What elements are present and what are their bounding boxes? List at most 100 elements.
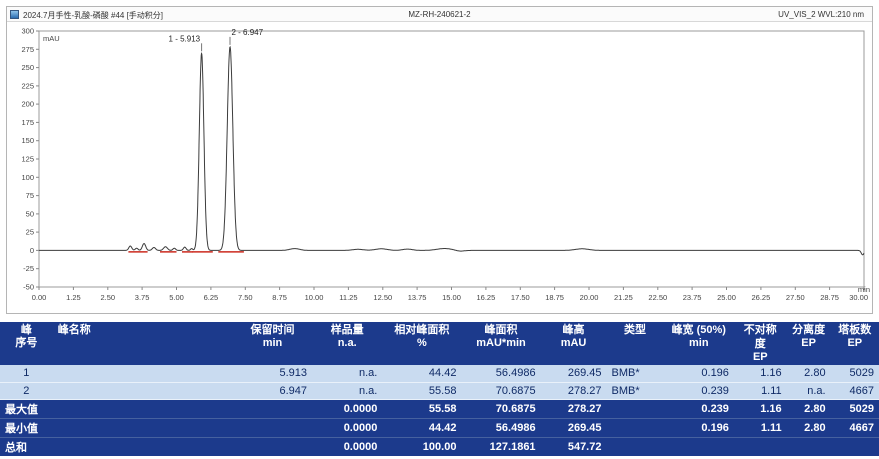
x-tick-label: 11.25 — [339, 293, 357, 302]
x-tick-label: 12.50 — [373, 293, 392, 302]
y-tick-label: 150 — [21, 136, 34, 145]
y-tick-label: 250 — [21, 63, 34, 72]
y-tick-label: 225 — [21, 81, 34, 90]
x-tick-label: 0.00 — [32, 293, 47, 302]
x-tick-label: 5.00 — [169, 293, 184, 302]
y-tick-label: 125 — [21, 155, 34, 164]
peak-results-table: 峰序号峰名称 保留时间min样品量n.a.相对峰面积%峰面积mAU*min峰高m… — [0, 322, 879, 456]
table-cell: 269.45 — [541, 365, 607, 382]
column-header: 样品量n.a. — [312, 322, 382, 365]
table-cell: 2.80 — [787, 399, 831, 418]
y-tick-label: -25 — [23, 264, 34, 273]
table-cell: 269.45 — [541, 418, 607, 437]
table-cell: 56.4986 — [461, 418, 540, 437]
x-tick-label: 13.75 — [408, 293, 427, 302]
table-cell: 5029 — [831, 365, 879, 382]
column-header: 分离度EP — [787, 322, 831, 365]
x-tick-label: 27.50 — [786, 293, 805, 302]
x-tick-label: 18.75 — [545, 293, 564, 302]
y-tick-label: -50 — [23, 283, 34, 292]
chromatogram-panel: 2024.7月手性-乳酸-磷酸 #44 [手动积分] MZ-RH-240621-… — [6, 6, 873, 314]
table-cell: 70.6875 — [461, 399, 540, 418]
table-cell: 2.80 — [787, 418, 831, 437]
x-tick-label: 8.75 — [272, 293, 287, 302]
table-cell: 55.58 — [382, 382, 461, 399]
table-cell: 4667 — [831, 418, 879, 437]
peak-row[interactable]: 1 5.913n.a.44.4256.4986269.45BMB*0.1961.… — [0, 365, 879, 382]
table-cell — [606, 418, 663, 437]
x-unit-label: min — [858, 285, 870, 294]
table-cell: 1.16 — [734, 365, 787, 382]
column-header: 类型 — [606, 322, 663, 365]
x-tick-label: 16.25 — [477, 293, 496, 302]
table-cell: BMB* — [606, 382, 663, 399]
table-cell: 1.11 — [734, 418, 787, 437]
table-cell: n.a. — [787, 382, 831, 399]
table-cell: 2 — [0, 382, 53, 399]
chromatography-report: 2024.7月手性-乳酸-磷酸 #44 [手动积分] MZ-RH-240621-… — [0, 0, 879, 459]
x-tick-label: 17.50 — [511, 293, 530, 302]
x-tick-label: 3.75 — [135, 293, 150, 302]
x-tick-label: 10.00 — [305, 293, 324, 302]
column-header: 塔板数EP — [831, 322, 879, 365]
x-tick-label: 2.50 — [100, 293, 115, 302]
table-cell — [787, 437, 831, 456]
table-cell: n.a. — [312, 365, 382, 382]
table-cell: n.a. — [312, 382, 382, 399]
chart-title-right: UV_VIS_2 WVL:210 nm — [778, 10, 864, 19]
x-tick-label: 28.75 — [820, 293, 839, 302]
table-cell: 0.196 — [664, 418, 734, 437]
table-cell — [53, 382, 233, 399]
table-cell: 0.196 — [664, 365, 734, 382]
chromatogram-plot[interactable]: 3002752502252001751501251007550250-25-50… — [7, 23, 872, 313]
column-header: 不对称度EP — [734, 322, 787, 365]
y-tick-label: 0 — [30, 246, 34, 255]
y-tick-label: 275 — [21, 45, 34, 54]
y-tick-label: 100 — [21, 173, 34, 182]
table-cell: 6.947 — [233, 382, 312, 399]
table-cell — [233, 437, 312, 456]
y-tick-label: 175 — [21, 118, 34, 127]
table-cell: 5029 — [831, 399, 879, 418]
y-tick-label: 200 — [21, 100, 34, 109]
x-tick-label: 6.25 — [204, 293, 219, 302]
table-cell: 4667 — [831, 382, 879, 399]
table-cell — [606, 437, 663, 456]
summary-label: 最小值 — [0, 418, 233, 437]
table-cell: 44.42 — [382, 365, 461, 382]
y-tick-label: 300 — [21, 27, 34, 36]
peak-row[interactable]: 2 6.947n.a.55.5870.6875278.27BMB*0.2391.… — [0, 382, 879, 399]
table-cell: 2.80 — [787, 365, 831, 382]
x-tick-label: 25.00 — [717, 293, 736, 302]
table-cell: 55.58 — [382, 399, 461, 418]
y-unit-label: mAU — [43, 34, 60, 43]
column-header: 峰序号 — [0, 322, 53, 365]
chart-title-center: MZ-RH-240621-2 — [7, 10, 872, 19]
table-cell — [831, 437, 879, 456]
table-cell: 547.72 — [541, 437, 607, 456]
x-tick-label: 21.25 — [614, 293, 633, 302]
summary-label: 最大值 — [0, 399, 233, 418]
x-tick-label: 15.00 — [442, 293, 461, 302]
table-cell: 70.6875 — [461, 382, 540, 399]
summary-row: 总和 0.0000100.00127.1861547.72 — [0, 437, 879, 456]
table-cell: 100.00 — [382, 437, 461, 456]
column-header: 峰宽 (50%)min — [664, 322, 734, 365]
y-tick-label: 50 — [26, 209, 34, 218]
table-cell — [233, 418, 312, 437]
x-tick-label: 1.25 — [66, 293, 81, 302]
summary-row: 最大值 0.000055.5870.6875278.27 0.2391.162.… — [0, 399, 879, 418]
summary-label: 总和 — [0, 437, 233, 456]
table-cell — [734, 437, 787, 456]
table-cell: 5.913 — [233, 365, 312, 382]
table-cell: 0.239 — [664, 382, 734, 399]
table-cell: 56.4986 — [461, 365, 540, 382]
table-cell — [664, 437, 734, 456]
table-header-row: 峰序号峰名称 保留时间min样品量n.a.相对峰面积%峰面积mAU*min峰高m… — [0, 322, 879, 365]
y-tick-label: 75 — [26, 191, 34, 200]
x-tick-label: 26.25 — [752, 293, 771, 302]
x-tick-label: 7.50 — [238, 293, 253, 302]
table-cell: 0.239 — [664, 399, 734, 418]
table-cell: 0.0000 — [312, 437, 382, 456]
table-cell: 0.0000 — [312, 399, 382, 418]
